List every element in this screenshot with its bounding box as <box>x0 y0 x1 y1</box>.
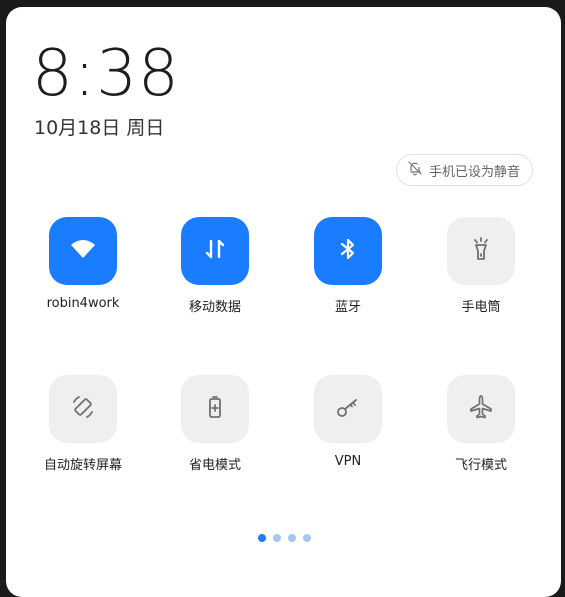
bluetooth-icon <box>333 234 363 268</box>
tile-battery-saver[interactable]: 省电模式 <box>150 375 280 473</box>
tile-battery-saver-button[interactable] <box>181 375 249 443</box>
silent-mode-badge[interactable]: 手机已设为静音 <box>395 154 533 186</box>
silent-mode-label: 手机已设为静音 <box>428 164 520 180</box>
tile-airplane-label: 飞行模式 <box>454 458 507 473</box>
tile-vpn[interactable]: VPN <box>283 375 413 469</box>
tile-flashlight-label: 手电筒 <box>461 300 501 315</box>
tile-auto-rotate[interactable]: 自动旋转屏幕 <box>18 375 148 473</box>
clock-date: 10月18日 周日 <box>34 117 165 139</box>
battery-saver-icon <box>200 392 230 426</box>
tile-flashlight[interactable]: 手电筒 <box>416 217 546 315</box>
airplane-icon <box>466 392 496 426</box>
tile-battery-saver-label: 省电模式 <box>188 458 241 473</box>
auto-rotate-icon <box>68 392 98 426</box>
tile-vpn-button[interactable] <box>314 375 382 443</box>
tile-bluetooth-button[interactable] <box>314 217 382 285</box>
tile-flashlight-button[interactable] <box>447 217 515 285</box>
tile-auto-rotate-button[interactable] <box>49 375 117 443</box>
flashlight-icon <box>466 234 496 268</box>
tile-vpn-label: VPN <box>334 454 362 469</box>
tile-mobile-data-button[interactable] <box>181 217 249 285</box>
tile-mobile-data-label: 移动数据 <box>188 300 241 315</box>
page-dot[interactable] <box>273 534 281 542</box>
tile-wifi[interactable]: robin4work <box>18 217 148 311</box>
tile-auto-rotate-label: 自动旋转屏幕 <box>43 458 122 473</box>
vpn-key-icon <box>333 392 363 426</box>
tile-mobile-data[interactable]: 移动数据 <box>150 217 280 315</box>
tile-bluetooth-label: 蓝牙 <box>334 300 361 315</box>
page-dot[interactable] <box>303 534 311 542</box>
page-dot[interactable] <box>288 534 296 542</box>
tile-airplane-button[interactable] <box>447 375 515 443</box>
tile-wifi-button[interactable] <box>49 217 117 285</box>
bell-off-icon <box>407 160 423 180</box>
wifi-icon <box>68 234 98 268</box>
tile-wifi-label: robin4work <box>46 296 120 311</box>
tile-bluetooth[interactable]: 蓝牙 <box>283 217 413 315</box>
clock-time: 8:38 <box>32 37 180 111</box>
page-indicator <box>258 534 311 542</box>
mobile-data-icon <box>200 234 230 268</box>
tile-airplane[interactable]: 飞行模式 <box>416 375 546 473</box>
page-dot[interactable] <box>258 534 266 542</box>
quick-settings-panel: 8:38 10月18日 周日 手机已设为静音 robin4work 移动数据 蓝… <box>6 7 561 597</box>
